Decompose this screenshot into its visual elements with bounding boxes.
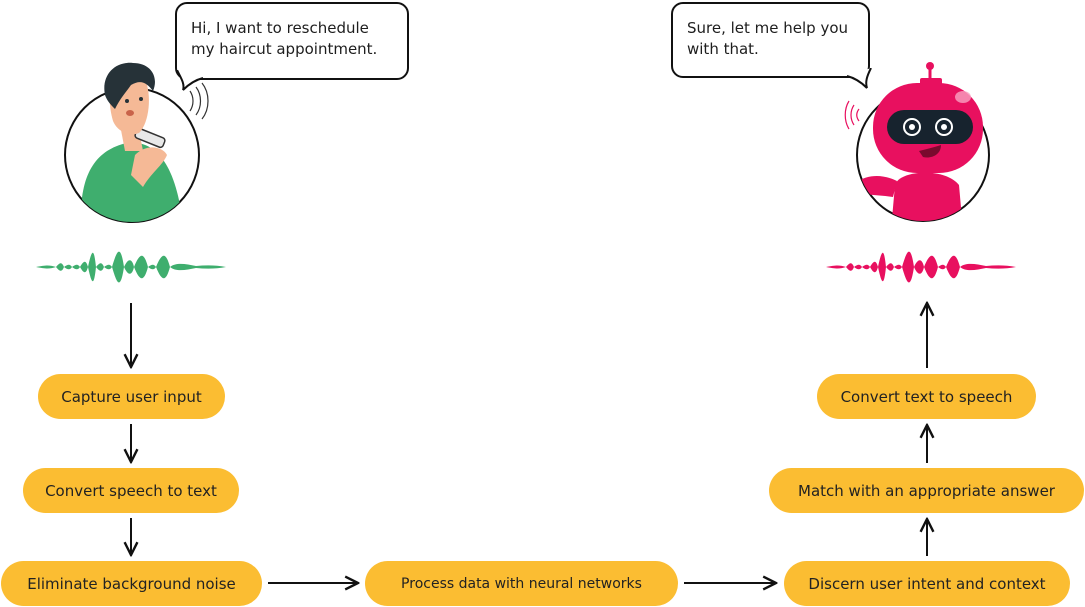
- user-waveform-icon: [36, 251, 226, 283]
- step-discern-intent: Discern user intent and context: [784, 561, 1070, 606]
- bot-avatar: [844, 62, 990, 222]
- step-convert-speech-to-text: Convert speech to text: [23, 468, 239, 513]
- bot-waveform-icon: [826, 251, 1016, 283]
- step-match-answer: Match with an appropriate answer: [769, 468, 1084, 513]
- user-speech-line-2: my haircut appointment.: [191, 40, 378, 58]
- step-capture-user-input: Capture user input: [38, 374, 225, 419]
- step-process-neural-networks: Process data with neural networks: [365, 561, 678, 606]
- user-avatar: [64, 62, 209, 223]
- step-eliminate-background-noise: Eliminate background noise: [1, 561, 262, 606]
- step-convert-text-to-speech: Convert text to speech: [817, 374, 1036, 419]
- bot-speech-line-2: with that.: [687, 40, 759, 58]
- bot-speech-line-1: Sure, let me help you: [687, 19, 849, 37]
- user-speech-line-1: Hi, I want to reschedule: [191, 19, 369, 37]
